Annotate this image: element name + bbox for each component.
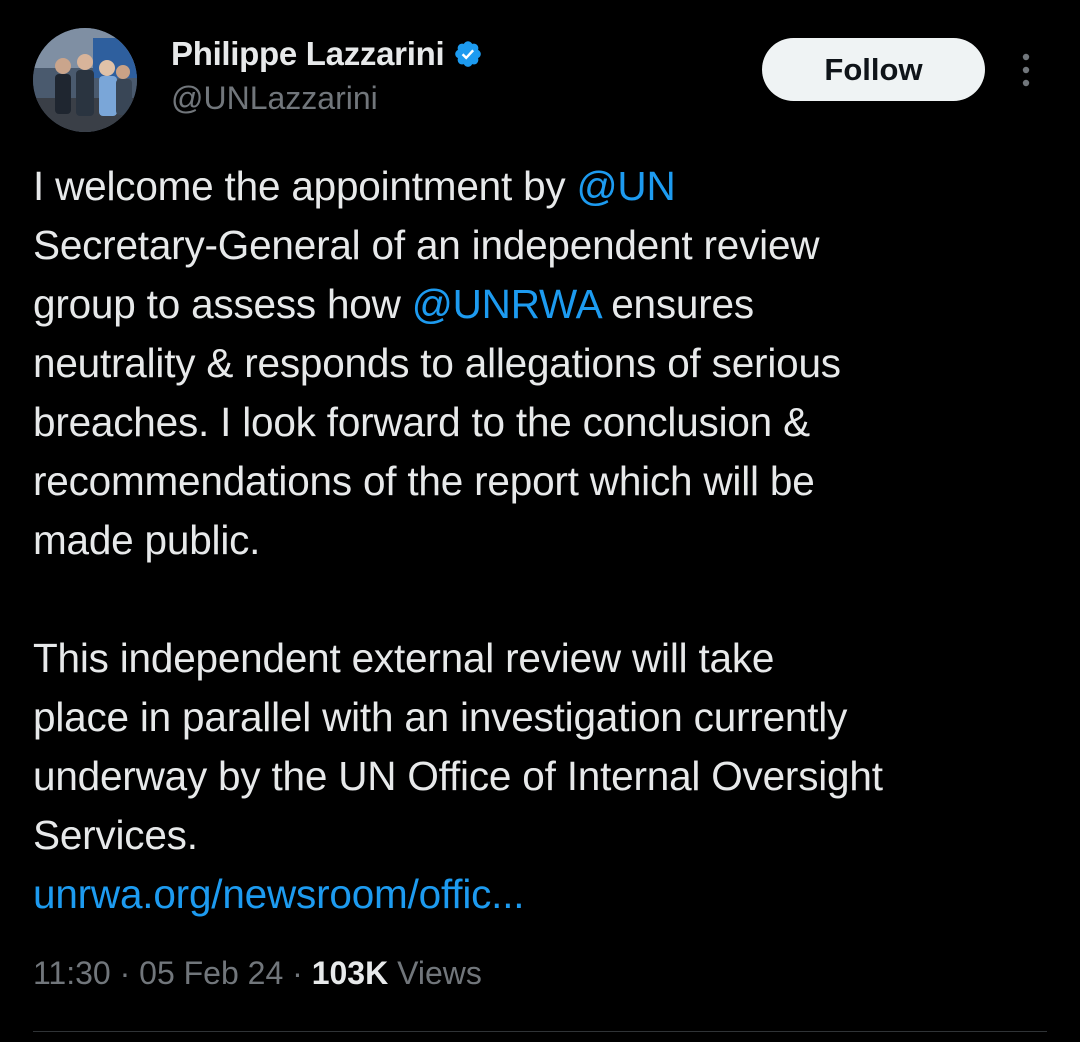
follow-button[interactable]: Follow — [762, 38, 985, 101]
more-options-icon[interactable] — [1010, 50, 1042, 90]
views-count: 103K — [311, 955, 389, 991]
avatar-photo — [33, 28, 137, 132]
tweet-line: breaches. I look forward to the conclusi… — [33, 399, 810, 445]
mention-unrwa-link[interactable]: @UNRWA — [412, 281, 601, 327]
tweet-line: neutrality & responds to allegations of … — [33, 340, 841, 386]
tweet-time[interactable]: 11:30 — [33, 955, 111, 991]
tweet-line: underway by the UN Office of Internal Ov… — [33, 753, 883, 799]
verified-badge-icon[interactable] — [453, 39, 483, 69]
tweet-line: made public. — [33, 517, 261, 563]
mention-un-link[interactable]: @UN — [577, 163, 676, 209]
tweet-line: group to assess how @UNRWA ensures — [33, 275, 1043, 334]
tweet-text-segment: group to assess how — [33, 281, 412, 327]
tweet-line: recommendations of the report which will… — [33, 458, 815, 504]
tweet-line: This independent external review will ta… — [33, 635, 775, 681]
tweet-meta: 11:30 · 05 Feb 24 · 103K Views — [33, 955, 482, 992]
external-link[interactable]: unrwa.org/newsroom/offic... — [33, 871, 525, 917]
tweet-line: I welcome the appointment by @UN — [33, 157, 1043, 216]
divider — [33, 1031, 1047, 1032]
meta-separator: · — [283, 955, 312, 991]
tweet-text-segment: ensures — [600, 281, 754, 327]
tweet-text-segment: I welcome the appointment by — [33, 163, 577, 209]
author-display-name[interactable]: Philippe Lazzarini — [171, 35, 445, 73]
tweet-line: place in parallel with an investigation … — [33, 694, 848, 740]
author-handle[interactable]: @UNLazzarini — [171, 80, 378, 117]
tweet-line: Services. — [33, 812, 198, 858]
author-name-row: Philippe Lazzarini — [171, 34, 483, 74]
tweet-line: unrwa.org/newsroom/offic... — [33, 865, 1043, 924]
avatar[interactable] — [33, 28, 137, 132]
meta-separator: · — [110, 955, 140, 991]
tweet-text: I welcome the appointment by @UN Secreta… — [33, 157, 1043, 924]
views-label: Views — [388, 955, 482, 991]
tweet-date[interactable]: 05 Feb 24 — [139, 955, 283, 991]
tweet-line: Secretary-General of an independent revi… — [33, 222, 820, 268]
